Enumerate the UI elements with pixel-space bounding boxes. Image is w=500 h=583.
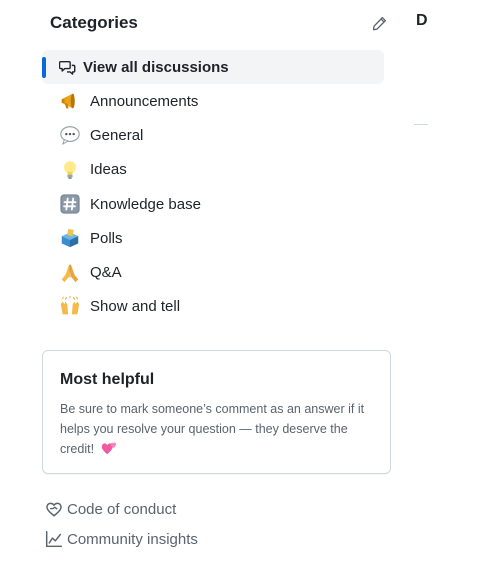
category-show-and-tell[interactable]: Show and tell: [42, 290, 384, 324]
community-insights-link[interactable]: Community insights: [45, 524, 198, 554]
folded-hands-icon: [58, 261, 82, 285]
category-label: Q&A: [90, 264, 122, 282]
graph-icon: [45, 530, 63, 548]
code-of-conduct-label: Code of conduct: [67, 500, 177, 518]
speech-balloon-icon: [58, 123, 82, 147]
category-view-all-discussions[interactable]: View all discussions: [42, 50, 384, 84]
category-label: Ideas: [90, 161, 127, 179]
categories-header: Categories: [50, 10, 390, 36]
category-label: General: [90, 126, 144, 144]
ballot-box-icon: [58, 226, 82, 250]
most-helpful-card: Most helpful Be sure to mark someone’s c…: [42, 350, 391, 474]
category-q-and-a[interactable]: Q&A: [42, 255, 384, 289]
code-of-conduct-icon: [46, 502, 62, 517]
megaphone-icon: [58, 89, 82, 113]
code-of-conduct-link[interactable]: Code of conduct: [45, 494, 198, 524]
edit-categories-button[interactable]: [368, 12, 390, 34]
divider: [414, 124, 428, 125]
category-polls[interactable]: Polls: [42, 221, 384, 255]
raising-hands-icon: [58, 295, 82, 319]
discussions-sidebar: Categories D View all discussions Announ…: [0, 0, 500, 583]
discussions-heading-partial: D: [416, 12, 428, 29]
category-general[interactable]: General: [42, 118, 384, 152]
most-helpful-text: Be sure to mark someone’s comment as an …: [60, 399, 374, 459]
category-label: View all discussions: [83, 58, 229, 76]
pencil-icon: [372, 16, 386, 30]
light-bulb-icon: [58, 158, 82, 182]
category-announcements[interactable]: Announcements: [42, 84, 384, 118]
category-label: Show and tell: [90, 298, 181, 316]
category-label: Knowledge base: [90, 195, 201, 213]
hash-keycap-icon: [58, 192, 82, 216]
two-hearts-icon: [101, 442, 116, 455]
categories-title: Categories: [50, 13, 138, 32]
category-list: View all discussions Announcements Gener…: [42, 50, 384, 324]
comment-discussion-icon: [58, 55, 76, 79]
footer-links: Code of conduct Community insights: [45, 494, 198, 554]
most-helpful-title: Most helpful: [60, 371, 155, 388]
category-label: Polls: [90, 229, 123, 247]
community-insights-label: Community insights: [67, 530, 198, 548]
category-ideas[interactable]: Ideas: [42, 153, 384, 187]
category-knowledge-base[interactable]: Knowledge base: [42, 187, 384, 221]
category-label: Announcements: [90, 92, 199, 110]
